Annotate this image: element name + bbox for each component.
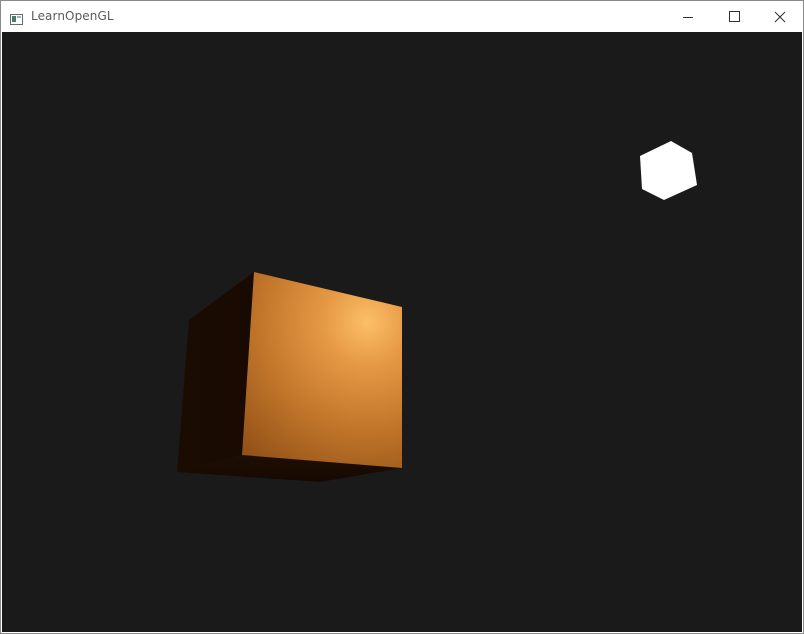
close-icon [774, 11, 786, 23]
app-window: LearnOpenGL [0, 0, 804, 634]
lit-cube [177, 272, 402, 482]
maximize-icon [729, 11, 740, 22]
opengl-viewport[interactable] [2, 32, 802, 632]
minimize-button[interactable] [665, 1, 711, 32]
lit-cube-front-face [242, 272, 402, 468]
window-title: LearnOpenGL [31, 9, 114, 23]
maximize-button[interactable] [711, 1, 757, 32]
light-source-cube [640, 141, 697, 200]
title-bar[interactable]: LearnOpenGL [1, 1, 803, 32]
window-app-icon[interactable] [10, 10, 23, 25]
lit-cube-left-face [177, 272, 254, 472]
close-button[interactable] [757, 1, 803, 32]
